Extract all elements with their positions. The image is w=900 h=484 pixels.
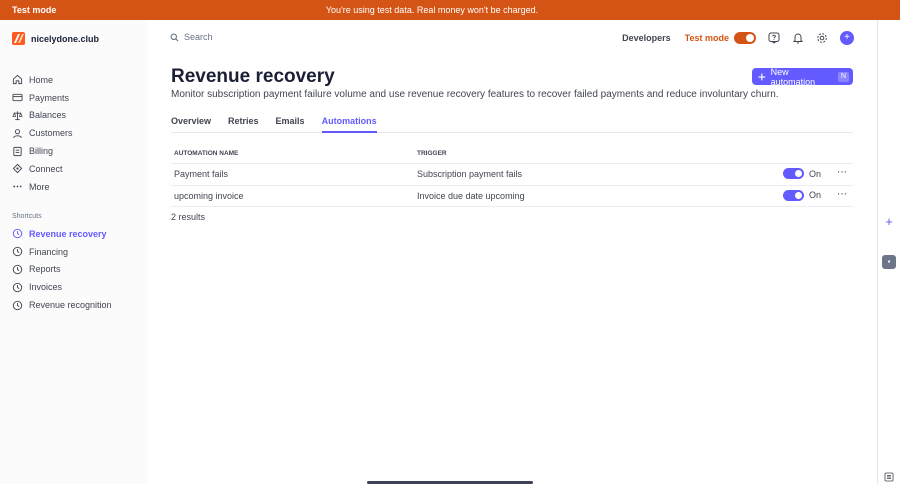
nav-label: Payments (29, 92, 70, 103)
table-row[interactable]: Payment fails Subscription payment fails… (171, 164, 853, 186)
nav-label: Balances (29, 110, 67, 121)
nav-item-balances[interactable]: Balances (12, 107, 73, 125)
nav-item-home[interactable]: Home (12, 71, 73, 89)
shortcut-invoices[interactable]: Invoices (12, 278, 112, 296)
results-count: 2 results (171, 212, 206, 222)
nav-item-billing[interactable]: Billing (12, 142, 73, 160)
right-rail: + ▪ (877, 20, 900, 484)
automation-status: On (783, 189, 822, 201)
nav-label: Connect (29, 163, 63, 174)
test-mode-banner: Test mode You're using test data. Real m… (0, 0, 900, 20)
developers-link[interactable]: Developers (622, 33, 671, 43)
notifications-bell-icon[interactable] (792, 32, 804, 44)
banner-message: You're using test data. Real money won't… (325, 5, 539, 15)
test-mode-label: Test mode (684, 33, 729, 43)
clock-icon (12, 247, 23, 257)
account-logo-icon (12, 32, 25, 45)
table-header: AUTOMATION NAME TRIGGER (171, 145, 853, 164)
nav-item-more[interactable]: More (12, 178, 73, 196)
clock-icon (12, 229, 23, 239)
row-more-icon[interactable]: ⋯ (837, 189, 847, 200)
automation-trigger: Invoice due date upcoming (417, 190, 525, 201)
nav-item-customers[interactable]: Customers (12, 124, 73, 142)
automation-trigger: Subscription payment fails (417, 169, 523, 179)
clock-icon (12, 264, 23, 275)
row-more-icon[interactable]: ⋯ (837, 167, 847, 178)
nav-label: Customers (29, 128, 73, 139)
account-switcher[interactable]: nicelydone.club (12, 32, 99, 45)
tab-emails[interactable]: Emails (276, 112, 305, 133)
more-icon (13, 185, 22, 188)
home-icon (12, 75, 23, 85)
shortcut-label: Revenue recognition (29, 300, 112, 311)
connect-icon (12, 164, 23, 174)
automations-table: AUTOMATION NAME TRIGGER Payment fails Su… (171, 145, 853, 207)
customers-icon (13, 128, 22, 138)
tabs: Overview Retries Emails Automations (171, 112, 853, 133)
status-label: On (809, 168, 822, 179)
table-row[interactable]: upcoming invoice Invoice due date upcomi… (171, 186, 853, 207)
search-icon (170, 33, 179, 41)
shortcut-revenue-recognition[interactable]: Revenue recognition (12, 296, 112, 314)
shortcuts-nav: Revenue recovery Financing Reports Invoi… (12, 225, 112, 314)
new-automation-button[interactable]: New automation N (752, 66, 853, 87)
main-nav: Home Payments Balances Customers Billing… (12, 71, 73, 196)
status-label: On (809, 190, 822, 200)
nav-label: More (29, 181, 50, 192)
nav-item-connect[interactable]: Connect (12, 160, 73, 178)
nav-label: Billing (29, 146, 54, 157)
column-header-trigger[interactable]: TRIGGER (417, 150, 447, 157)
sidebar: nicelydone.club Home Payments Balances C… (0, 20, 148, 484)
shortcut-label: Invoices (29, 282, 63, 293)
search-bar[interactable]: Search (170, 32, 213, 42)
automation-status: On (783, 168, 821, 179)
settings-gear-icon[interactable] (816, 32, 828, 44)
help-icon[interactable] (768, 32, 780, 44)
rail-menu-icon[interactable] (884, 472, 894, 482)
page-subtitle: Monitor subscription payment failure vol… (171, 89, 779, 100)
new-automation-label: New automation (770, 66, 816, 87)
shortcut-revenue-recovery[interactable]: Revenue recovery (12, 225, 112, 243)
shortcuts-heading: Shortcuts (12, 213, 42, 220)
plus-icon (758, 73, 766, 80)
page-title: Revenue recovery (171, 66, 335, 87)
clock-icon (12, 300, 23, 310)
clock-icon (12, 282, 23, 292)
automation-toggle[interactable] (783, 168, 804, 179)
tab-retries[interactable]: Retries (228, 112, 259, 133)
payments-icon (12, 94, 23, 102)
shortcut-label: Reports (29, 264, 61, 275)
nav-item-payments[interactable]: Payments (12, 89, 73, 107)
shortcut-label: Revenue recovery (29, 228, 107, 239)
billing-icon (13, 146, 22, 156)
tab-overview[interactable]: Overview (171, 112, 211, 133)
test-mode-toggle[interactable] (734, 32, 756, 44)
rail-document-icon[interactable]: ▪ (882, 255, 896, 269)
balances-icon (12, 111, 23, 121)
automation-name[interactable]: upcoming invoice (174, 191, 244, 201)
account-name: nicelydone.club (31, 33, 100, 44)
automation-name[interactable]: Payment fails (174, 169, 228, 179)
topbar-actions: Developers Test mode + (622, 31, 854, 45)
create-plus-button[interactable]: + (840, 31, 854, 45)
shortcut-financing[interactable]: Financing (12, 243, 112, 261)
tab-automations[interactable]: Automations (321, 112, 377, 133)
shortcut-label: Financing (29, 246, 69, 257)
rail-plus-icon[interactable]: + (883, 215, 895, 228)
nav-label: Home (29, 74, 54, 85)
search-input[interactable]: Search (184, 32, 213, 42)
shortcut-reports[interactable]: Reports (12, 261, 112, 279)
column-header-name[interactable]: AUTOMATION NAME (174, 150, 238, 157)
automation-toggle[interactable] (783, 189, 804, 201)
keyboard-shortcut-badge: N (837, 71, 849, 82)
